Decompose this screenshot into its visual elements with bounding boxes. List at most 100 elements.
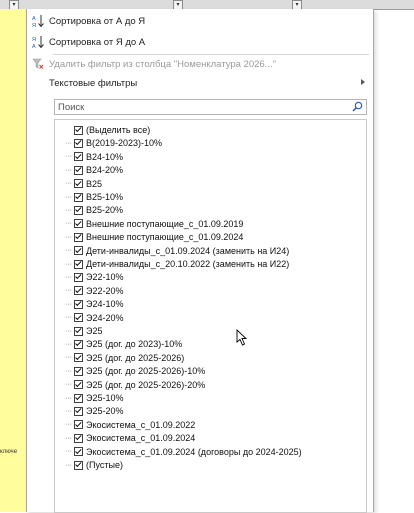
filter-list-item[interactable]: ··· Экосистема_с_01.09.2024 (договоры до …: [55, 446, 366, 458]
checkbox[interactable]: [74, 125, 83, 135]
tree-connector: ···: [65, 220, 72, 228]
tree-connector: ···: [65, 354, 72, 362]
checkbox[interactable]: [74, 406, 83, 416]
checkbox[interactable]: [74, 179, 83, 189]
filter-list-item[interactable]: ··· Экосистема_с_01.09.2024: [55, 432, 366, 444]
filter-list-item[interactable]: ··· Э25: [55, 325, 366, 337]
tree-connector: ···: [65, 247, 72, 255]
tree-connector: ···: [65, 461, 72, 469]
filter-list-item[interactable]: ··· Э25-10%: [55, 392, 366, 404]
filter-item-label: Дети-инвалиды_с_20.10.2022 (заменить на …: [86, 259, 290, 269]
filter-item-label: Э25 (дог. до 2023)-10%: [86, 339, 183, 350]
checkbox[interactable]: [74, 447, 83, 457]
filter-list-item[interactable]: (Выделить все): [55, 124, 366, 136]
checkbox[interactable]: [74, 380, 83, 390]
tree-connector: ···: [65, 394, 72, 402]
svg-text:Я: Я: [32, 23, 36, 28]
search-input[interactable]: [55, 100, 348, 114]
filter-list-item[interactable]: ··· Э22-20%: [55, 285, 366, 297]
sort-z-a-icon: Я A: [27, 35, 49, 49]
checkbox[interactable]: [74, 393, 83, 403]
svg-text:Я: Я: [32, 37, 36, 43]
checkbox[interactable]: [74, 232, 83, 242]
sort-ascending-item[interactable]: A Я Сортировка от А до Я: [27, 11, 373, 31]
checkbox[interactable]: [74, 460, 83, 470]
filter-list-item[interactable]: ··· В25-10%: [55, 191, 366, 203]
filter-list-item[interactable]: ··· Э24-10%: [55, 298, 366, 310]
checkbox[interactable]: [74, 138, 83, 148]
checkbox[interactable]: [74, 313, 83, 323]
filter-values-list: (Выделить все) ··· В(2019-2023)-10% ··· В24-…: [54, 119, 367, 513]
filter-list-item[interactable]: ··· Дети-инвалиды_с_20.10.2022 (заменить …: [55, 258, 366, 270]
checkbox[interactable]: [74, 420, 83, 430]
checkbox[interactable]: [74, 192, 83, 202]
filter-item-label: (Пустые): [86, 460, 123, 470]
filter-list-item[interactable]: ··· В24-20%: [55, 164, 366, 176]
filter-item-label: В24-10%: [86, 151, 124, 162]
sort-descending-item[interactable]: Я A Сортировка от Я до А: [27, 32, 373, 52]
tree-connector: ···: [65, 287, 72, 295]
filter-list-item[interactable]: ··· Э25 (дог. до 2023)-10%: [55, 338, 366, 350]
sort-descending-label: Сортировка от Я до А: [49, 36, 146, 48]
autofilter-dropdown: A Я Сортировка от А до Я Я A Сортировка …: [26, 9, 374, 513]
magnifier-icon[interactable]: [352, 101, 363, 114]
sort-ascending-label: Сортировка от А до Я: [49, 15, 146, 27]
checkbox[interactable]: [74, 299, 83, 309]
filter-list-item[interactable]: ··· Внешние поступающие_с_01.09.2019: [55, 218, 366, 230]
tree-connector: ···: [65, 166, 72, 174]
sort-a-z-icon: A Я: [27, 14, 49, 28]
filter-list-item[interactable]: ··· В24-10%: [55, 151, 366, 163]
checkbox[interactable]: [74, 366, 83, 376]
svg-text:A: A: [32, 16, 36, 22]
filter-item-label: Экосистема_с_01.09.2022: [86, 419, 196, 430]
filter-list-item[interactable]: ··· Внешние поступающие_с_01.09.2024: [55, 231, 366, 243]
filter-list-item[interactable]: ··· (Пустые): [55, 459, 366, 471]
checkbox[interactable]: [74, 326, 83, 336]
checkbox[interactable]: [74, 259, 83, 269]
filter-list-item[interactable]: ··· В(2019-2023)-10%: [55, 137, 366, 149]
clear-filter-item[interactable]: Удалить фильтр из столбца "Номенклатура …: [27, 54, 373, 74]
checkbox[interactable]: [74, 433, 83, 443]
tree-connector: ···: [65, 381, 72, 389]
filter-list-item[interactable]: ··· В25: [55, 178, 366, 190]
tree-connector: ···: [65, 327, 72, 335]
text-filters-item[interactable]: Текстовые фильтры: [27, 73, 373, 93]
tree-connector: ···: [65, 139, 72, 147]
checkbox[interactable]: [74, 246, 83, 256]
checkbox[interactable]: [74, 353, 83, 363]
tree-connector: ···: [65, 260, 72, 268]
filter-list-item[interactable]: ··· В25-20%: [55, 204, 366, 216]
filter-list-item[interactable]: ··· Э22-10%: [55, 271, 366, 283]
filter-list-item[interactable]: ··· Э25 (дог. до 2025-2026)-10%: [55, 365, 366, 377]
filter-item-label: Дети-инвалиды_с_01.09.2024 (заменить на …: [86, 245, 290, 256]
filter-list-item[interactable]: ··· Э24-20%: [55, 312, 366, 324]
filter-item-label: Э25-10%: [86, 393, 124, 403]
filter-item-label: В25-20%: [86, 205, 124, 216]
filter-list-item[interactable]: ··· Дети-инвалиды_с_01.09.2024 (заменить …: [55, 245, 366, 257]
checkbox[interactable]: [74, 152, 83, 162]
svg-text:A: A: [32, 44, 36, 49]
tree-connector: ···: [65, 448, 72, 456]
checkbox[interactable]: [74, 286, 83, 296]
filter-item-label: Внешние поступающие_с_01.09.2024: [86, 232, 244, 243]
funnel-clear-icon: [27, 58, 49, 70]
cell-fragment-text: ключе: [0, 449, 18, 455]
filter-list-item[interactable]: ··· Э25 (дог. до 2025-2026)-20%: [55, 379, 366, 391]
filter-item-label: Э25 (дог. до 2025-2026)-10%: [86, 366, 206, 377]
filter-item-label: Экосистема_с_01.09.2024 (договоры до 202…: [86, 446, 302, 457]
checkbox[interactable]: [74, 205, 83, 215]
checkbox[interactable]: [74, 339, 83, 349]
checkbox[interactable]: [74, 272, 83, 282]
checkbox[interactable]: [74, 219, 83, 229]
tree-connector: ···: [65, 180, 72, 188]
tree-connector: ···: [65, 300, 72, 308]
tree-connector: ···: [65, 193, 72, 201]
filter-item-label: В(2019-2023)-10%: [86, 138, 163, 149]
tree-connector: ···: [65, 407, 72, 415]
filter-item-label: В25-10%: [86, 192, 124, 202]
filter-list-item[interactable]: ··· Экосистема_с_01.09.2022: [55, 419, 366, 431]
checkbox[interactable]: [74, 165, 83, 175]
filter-list-item[interactable]: ··· Э25-20%: [55, 405, 366, 417]
filter-list-item[interactable]: ··· Э25 (дог. до 2025-2026): [55, 352, 366, 364]
tree-connector: ···: [65, 367, 72, 375]
